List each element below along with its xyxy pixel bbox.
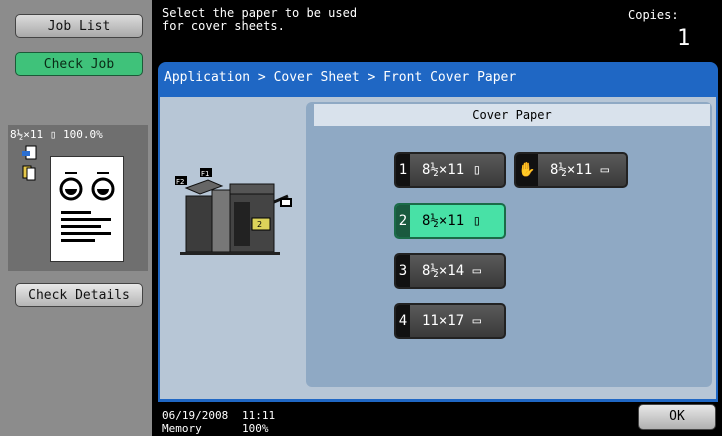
ok-button[interactable]: OK <box>638 404 716 430</box>
machine-illustration: F1 F2 2 <box>172 168 300 264</box>
cover-paper-panel <box>306 102 712 387</box>
check-details-button[interactable]: Check Details <box>15 283 143 307</box>
paper-size-label: 8½×14 ▭ <box>422 263 482 279</box>
paper-size-label: 8½×11 ▯ <box>422 162 482 178</box>
paper-size-label: 8½×11 ▭ <box>550 162 610 178</box>
document-icon <box>22 145 40 161</box>
tray-number: 2 <box>396 205 410 237</box>
message-bar: Select the paper to be used for cover sh… <box>152 0 722 58</box>
paper-size-label: 11×17 ▭ <box>422 313 482 329</box>
paper-tray-3-button[interactable]: 3 8½×14 ▭ <box>394 253 506 289</box>
job-list-button[interactable]: Job List <box>15 14 143 38</box>
instruction-message: Select the paper to be used for cover sh… <box>162 6 358 33</box>
copies-label: Copies: <box>628 8 679 22</box>
preview-header: 8½×11 ▯ 100.0% <box>10 128 103 141</box>
date-display: 06/19/2008 <box>162 409 229 422</box>
tray-number: 4 <box>396 305 410 337</box>
paper-tray-4-button[interactable]: 4 11×17 ▭ <box>394 303 506 339</box>
stack-icon <box>22 165 38 181</box>
bypass-tray-button[interactable]: ✋ 8½×11 ▭ <box>514 152 628 188</box>
paper-tray-2-button[interactable]: 2 8½×11 ▯ <box>394 203 506 239</box>
breadcrumb: Application > Cover Sheet > Front Cover … <box>164 70 517 85</box>
tray1-label: F1 <box>201 170 209 178</box>
copies-count: 1 <box>677 26 691 51</box>
memory-value: 100% <box>242 422 269 435</box>
check-job-button[interactable]: Check Job <box>15 52 143 76</box>
bypass-hand-icon: ✋ <box>516 154 538 186</box>
section-title: Cover Paper <box>314 104 710 126</box>
tray2-label: F2 <box>176 178 184 186</box>
tray-number: 1 <box>396 154 410 186</box>
page-thumbnail <box>50 156 124 262</box>
tray-number: 2 <box>257 220 262 229</box>
tray-number: 3 <box>396 255 410 287</box>
paper-size-label: 8½×11 ▯ <box>422 213 482 229</box>
time-display: 11:11 <box>242 409 276 422</box>
paper-tray-1-button[interactable]: 1 8½×11 ▯ <box>394 152 506 188</box>
memory-label: Memory <box>162 422 202 435</box>
status-bar: 06/19/2008 11:11 Memory 100% <box>152 402 722 436</box>
